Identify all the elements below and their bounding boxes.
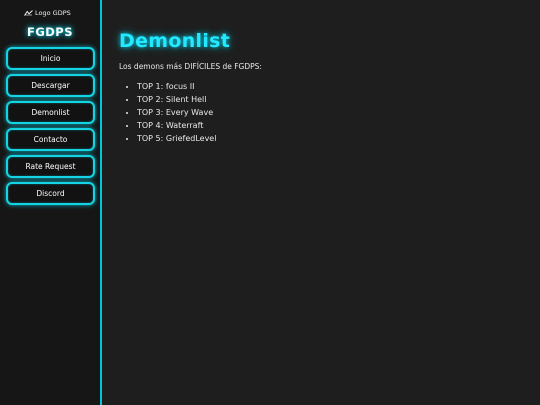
intro-text: Los demons más DIFÍCILES de FGDPS: — [119, 62, 262, 71]
site-brand: FGDPS — [26, 25, 74, 39]
nav-inicio-button[interactable]: Inicio — [6, 47, 95, 70]
demon-list-item: TOP 1: focus II — [137, 80, 216, 93]
demon-list-item: TOP 5: GriefedLevel — [137, 132, 216, 145]
sidebar-nav: Inicio Descargar Demonlist Contacto Rate… — [6, 47, 95, 209]
broken-image-icon — [24, 10, 33, 16]
demon-list-item: TOP 3: Every Wave — [137, 106, 216, 119]
demon-list-item: TOP 4: Waterraft — [137, 119, 216, 132]
logo-alt-text: Logo GDPS — [35, 9, 71, 17]
logo[interactable]: Logo GDPS — [24, 8, 78, 18]
demon-list: TOP 1: focus II TOP 2: Silent Hell TOP 3… — [119, 80, 216, 145]
nav-descargar-button[interactable]: Descargar — [6, 74, 95, 97]
nav-contacto-button[interactable]: Contacto — [6, 128, 95, 151]
app-window: Logo GDPS FGDPS Inicio Descargar Demonli… — [0, 0, 540, 405]
demon-list-item: TOP 2: Silent Hell — [137, 93, 216, 106]
page-title: Demonlist — [119, 30, 231, 52]
nav-demonlist-button[interactable]: Demonlist — [6, 101, 95, 124]
nav-rate-request-button[interactable]: Rate Request — [6, 155, 95, 178]
sidebar: Logo GDPS FGDPS Inicio Descargar Demonli… — [0, 0, 102, 405]
nav-discord-button[interactable]: Discord — [6, 182, 95, 205]
main-content: Demonlist Los demons más DIFÍCILES de FG… — [102, 0, 540, 405]
